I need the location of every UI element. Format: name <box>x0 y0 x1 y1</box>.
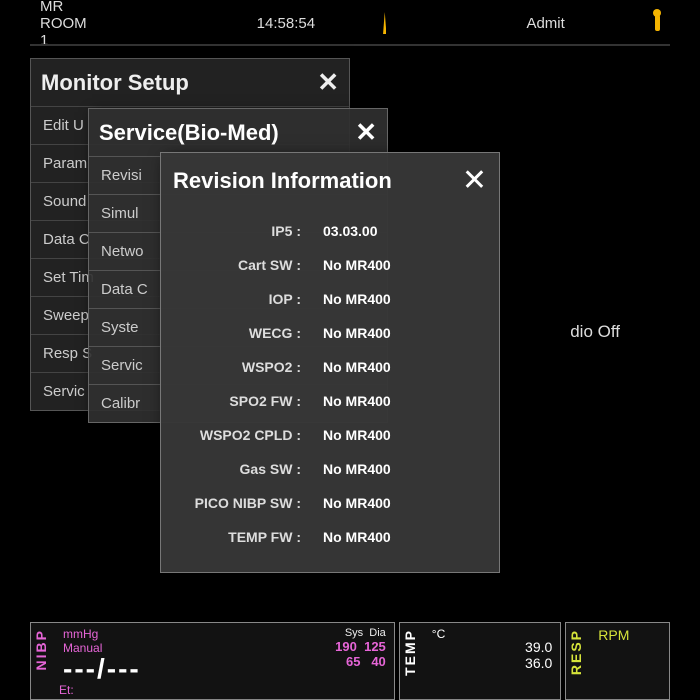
warning-icon[interactable] <box>383 12 386 34</box>
revision-value: No MR400 <box>309 257 481 273</box>
revision-value: No MR400 <box>309 359 481 375</box>
revision-row: PICO NIBP SWNo MR400 <box>179 486 481 520</box>
revision-label: Gas SW <box>179 461 309 477</box>
room-label: MR ROOM 1 <box>40 0 87 49</box>
revision-value: No MR400 <box>309 461 481 477</box>
admit-button[interactable]: Admit <box>526 15 564 32</box>
revision-value: No MR400 <box>309 291 481 307</box>
revision-value: No MR400 <box>309 529 481 545</box>
nibp-box[interactable]: NIBP mmHg Manual ---/--- Sys Dia 190 125… <box>30 622 395 700</box>
resp-box[interactable]: RESP RPM <box>565 622 670 700</box>
close-icon[interactable]: ✕ <box>462 163 487 198</box>
temp-tag: TEMP <box>402 629 418 676</box>
revision-row: Gas SWNo MR400 <box>179 452 481 486</box>
revision-label: Cart SW <box>179 257 309 273</box>
nibp-et: Et: <box>59 683 74 697</box>
revision-row: WSPO2No MR400 <box>179 350 481 384</box>
nibp-limits: Sys Dia 190 125 65 40 <box>335 627 386 669</box>
revision-value: 03.03.00 <box>309 223 481 239</box>
revision-info-title: Revision Information <box>173 168 392 194</box>
revision-row: IP503.03.00 <box>179 214 481 248</box>
revision-row: TEMP FWNo MR400 <box>179 520 481 554</box>
revision-value: No MR400 <box>309 393 481 409</box>
revision-label: WECG <box>179 325 309 341</box>
revision-row: SPO2 FWNo MR400 <box>179 384 481 418</box>
clock: 14:58:54 <box>257 15 315 32</box>
resp-tag: RESP <box>568 629 584 675</box>
close-icon[interactable]: ✕ <box>355 117 377 148</box>
revision-value: No MR400 <box>309 325 481 341</box>
divider <box>30 44 670 46</box>
revision-row: IOPNo MR400 <box>179 282 481 316</box>
revision-value: No MR400 <box>309 495 481 511</box>
revision-label: TEMP FW <box>179 529 309 545</box>
revision-label: PICO NIBP SW <box>179 495 309 511</box>
nibp-tag: NIBP <box>33 629 49 670</box>
monitor-setup-title: Monitor Setup <box>41 70 189 96</box>
revision-label: IP5 <box>179 223 309 239</box>
top-bar: MR ROOM 1 14:58:54 Admit <box>40 8 660 38</box>
close-icon[interactable]: ✕ <box>317 67 339 98</box>
revision-label: IOP <box>179 291 309 307</box>
temp-values: 39.036.0 <box>525 639 552 671</box>
revision-info-panel: Revision Information ✕ IP503.03.00 Cart … <box>160 152 500 573</box>
temp-box[interactable]: TEMP °C 39.036.0 <box>399 622 562 700</box>
vitals-strip: NIBP mmHg Manual ---/--- Sys Dia 190 125… <box>30 622 670 700</box>
service-biomed-title: Service(Bio-Med) <box>99 120 279 146</box>
revision-value: No MR400 <box>309 427 481 443</box>
resp-unit: RPM <box>598 627 661 643</box>
revision-label: SPO2 FW <box>179 393 309 409</box>
revision-row: WECGNo MR400 <box>179 316 481 350</box>
audio-off-label: dio Off <box>570 322 620 342</box>
bed-icon[interactable] <box>655 15 660 31</box>
revision-row: WSPO2 CPLDNo MR400 <box>179 418 481 452</box>
revision-label: WSPO2 <box>179 359 309 375</box>
revision-label: WSPO2 CPLD <box>179 427 309 443</box>
revision-row: Cart SWNo MR400 <box>179 248 481 282</box>
